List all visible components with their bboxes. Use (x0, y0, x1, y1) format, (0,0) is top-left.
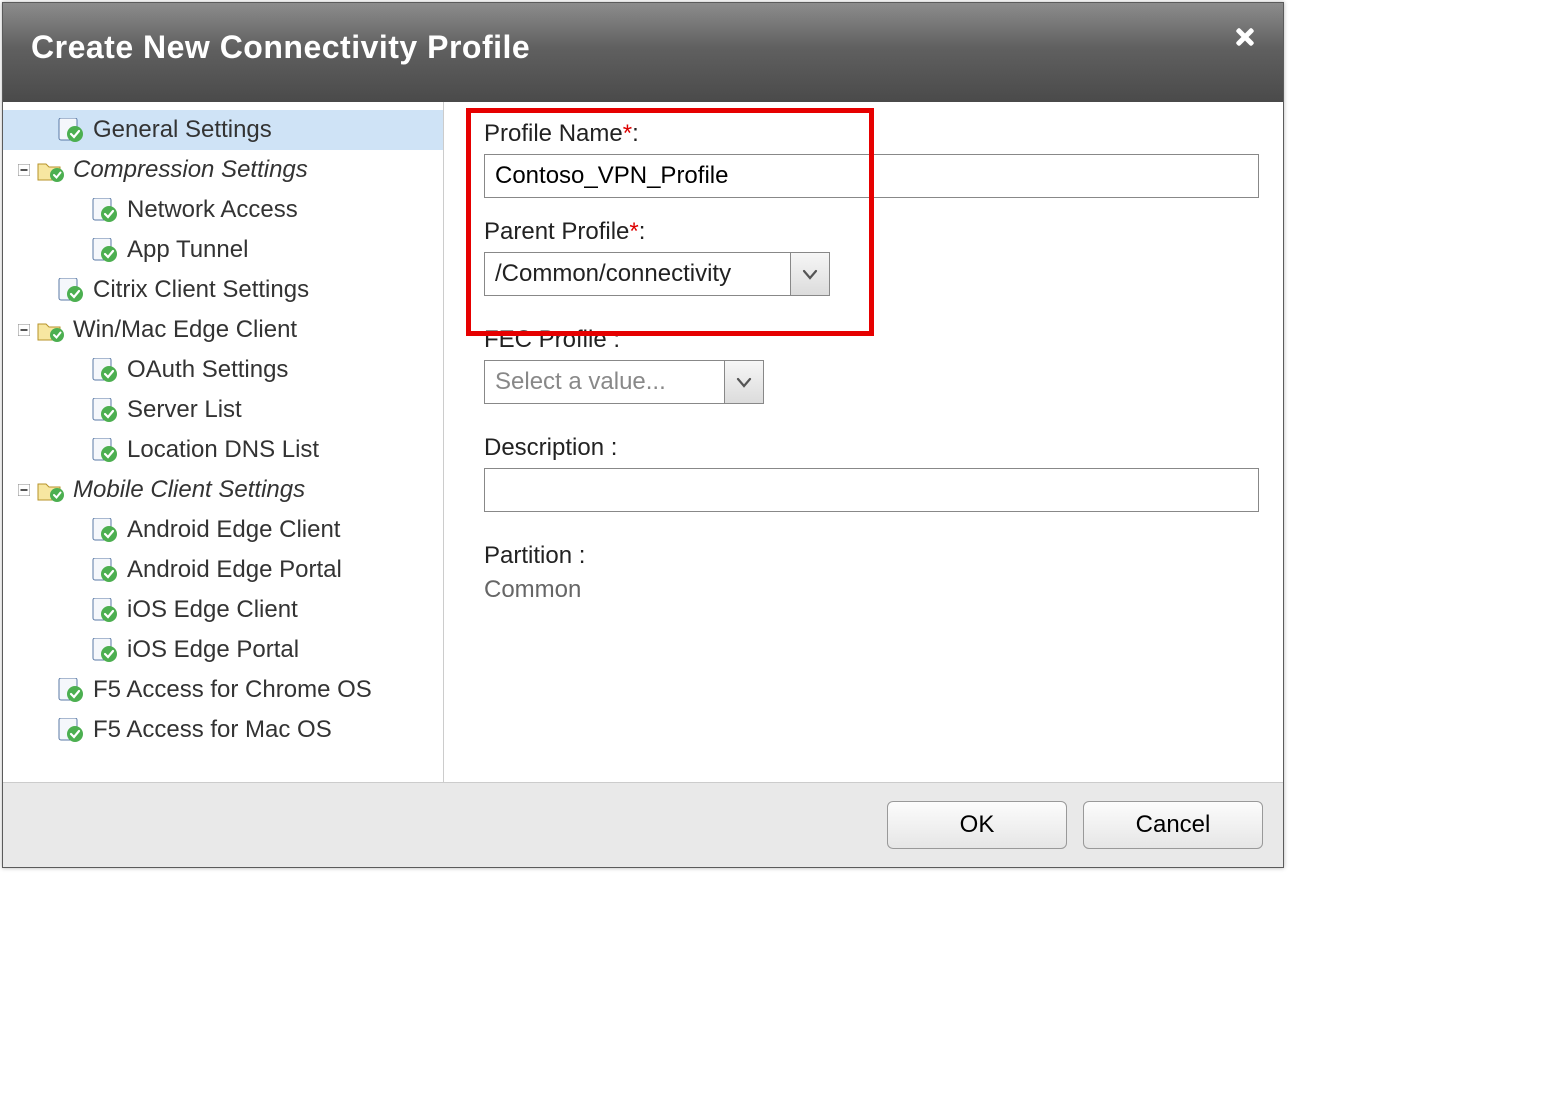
fec-profile-select[interactable]: Select a value... (484, 360, 764, 404)
tree-android-edge-portal[interactable]: Android Edge Portal (3, 550, 443, 590)
ok-button[interactable]: OK (887, 801, 1067, 849)
tree-location-dns-list[interactable]: Location DNS List (3, 430, 443, 470)
folder-check-icon (37, 478, 65, 502)
close-icon[interactable] (1231, 23, 1259, 51)
page-check-icon (91, 238, 119, 262)
page-check-icon (57, 278, 85, 302)
parent-profile-select[interactable]: /Common/connectivity (484, 252, 830, 296)
fec-profile-label: FEC Profile : (484, 326, 1259, 354)
page-check-icon (57, 678, 85, 702)
page-check-icon (57, 118, 85, 142)
partition-label: Partition : (484, 542, 1259, 570)
tree-mobile-client-settings[interactable]: Mobile Client Settings (3, 470, 443, 510)
tree-citrix-client-settings[interactable]: Citrix Client Settings (3, 270, 443, 310)
tree-android-edge-client[interactable]: Android Edge Client (3, 510, 443, 550)
parent-profile-label: Parent Profile*: (484, 218, 1259, 246)
tree-network-access[interactable]: Network Access (3, 190, 443, 230)
cancel-button[interactable]: Cancel (1083, 801, 1263, 849)
tree-general-settings[interactable]: General Settings (3, 110, 443, 150)
page-check-icon (91, 438, 119, 462)
partition-value: Common (484, 576, 1259, 604)
tree-ios-edge-client[interactable]: iOS Edge Client (3, 590, 443, 630)
profile-name-label: Profile Name*: (484, 120, 1259, 148)
tree-f5-mac[interactable]: F5 Access for Mac OS (3, 710, 443, 750)
chevron-down-icon[interactable] (790, 253, 829, 295)
folder-check-icon (37, 158, 65, 182)
dialog-create-connectivity-profile: Create New Connectivity Profile General … (2, 2, 1284, 868)
tree-winmac-edge-client[interactable]: Win/Mac Edge Client (3, 310, 443, 350)
folder-check-icon (37, 318, 65, 342)
collapse-icon[interactable] (17, 163, 31, 177)
page-check-icon (91, 358, 119, 382)
page-check-icon (91, 598, 119, 622)
page-check-icon (91, 638, 119, 662)
collapse-icon[interactable] (17, 323, 31, 337)
tree-ios-edge-portal[interactable]: iOS Edge Portal (3, 630, 443, 670)
dialog-header: Create New Connectivity Profile (3, 3, 1283, 102)
description-label: Description : (484, 434, 1259, 462)
tree-oauth-settings[interactable]: OAuth Settings (3, 350, 443, 390)
description-input[interactable] (484, 468, 1259, 512)
collapse-icon[interactable] (17, 483, 31, 497)
form-panel: Profile Name*: Parent Profile*: /Common/… (444, 102, 1283, 782)
tree-f5-chrome[interactable]: F5 Access for Chrome OS (3, 670, 443, 710)
tree-compression-settings[interactable]: Compression Settings (3, 150, 443, 190)
tree-app-tunnel[interactable]: App Tunnel (3, 230, 443, 270)
page-check-icon (91, 198, 119, 222)
tree-server-list[interactable]: Server List (3, 390, 443, 430)
chevron-down-icon[interactable] (724, 361, 763, 403)
page-check-icon (91, 558, 119, 582)
dialog-footer: OK Cancel (3, 782, 1283, 867)
page-check-icon (57, 718, 85, 742)
page-check-icon (91, 518, 119, 542)
dialog-title: Create New Connectivity Profile (31, 29, 1255, 66)
profile-name-input[interactable] (484, 154, 1259, 198)
page-check-icon (91, 398, 119, 422)
settings-tree: General Settings Compression Settings Ne… (3, 102, 444, 782)
